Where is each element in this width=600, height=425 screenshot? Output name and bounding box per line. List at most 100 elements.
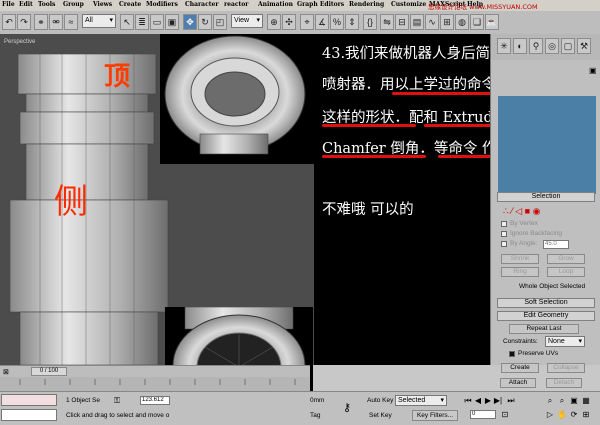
menu-customize[interactable]: Customize <box>391 1 426 8</box>
select-by-name-icon[interactable]: ≣ <box>135 14 149 30</box>
selection-filter-dropdown[interactable]: All <box>82 14 116 28</box>
menu-modifiers[interactable]: Modifiers <box>146 1 178 8</box>
named-selection-icon[interactable]: {} <box>363 14 377 30</box>
menu-animation[interactable]: Animation <box>258 1 293 8</box>
attach-button[interactable]: Attach <box>500 378 536 388</box>
menu-character[interactable]: Character <box>185 1 218 8</box>
maxscript-input-field[interactable] <box>1 409 57 421</box>
coord-x-field[interactable]: 123.612 <box>140 396 170 405</box>
time-configuration-icon[interactable]: ⊡ <box>500 410 510 420</box>
redo-icon[interactable]: ↷ <box>17 14 31 30</box>
modify-tab-icon[interactable]: ◐ <box>513 38 527 54</box>
detach-button[interactable]: Detach <box>546 378 582 388</box>
zoom-extents-icon[interactable]: ▣ <box>569 396 579 406</box>
play-icon[interactable]: ▶ <box>483 396 493 406</box>
utilities-tab-icon[interactable]: ⚒ <box>577 38 591 54</box>
set-key-button[interactable]: Set Key <box>369 412 392 419</box>
select-link-icon[interactable]: ⚭ <box>34 14 48 30</box>
time-slider-thumb[interactable]: 0 / 100 <box>31 367 67 376</box>
viewport-label[interactable]: Perspective <box>4 39 35 45</box>
menu-graph-editors[interactable]: Graph Editors <box>297 1 344 8</box>
soft-selection-rollout[interactable]: Soft Selection <box>497 298 595 308</box>
create-tab-icon[interactable]: ✳ <box>497 38 511 54</box>
loop-button[interactable]: Loop <box>547 267 585 277</box>
undo-icon[interactable]: ↶ <box>2 14 16 30</box>
select-move-icon[interactable]: ✥ <box>183 14 197 30</box>
set-key-icon[interactable]: ⚷ <box>343 401 351 414</box>
ignore-backfacing-checkbox[interactable] <box>501 231 507 237</box>
unlink-icon[interactable]: ⚮ <box>49 14 63 30</box>
edit-geometry-rollout[interactable]: Edit Geometry <box>497 311 595 321</box>
select-object-icon[interactable]: ↖ <box>120 14 134 30</box>
menu-views[interactable]: Views <box>93 1 112 8</box>
spinner-snap-icon[interactable]: ⇕ <box>345 14 359 30</box>
select-rotate-icon[interactable]: ↻ <box>198 14 212 30</box>
mirror-icon[interactable]: ⇋ <box>380 14 394 30</box>
by-angle-checkbox[interactable] <box>501 241 507 247</box>
orbit-icon[interactable]: ⟳ <box>569 410 579 420</box>
zoom-all-icon[interactable]: ⌕ <box>557 396 567 406</box>
manipulate-icon[interactable]: ✣ <box>282 14 296 30</box>
go-to-end-icon[interactable]: ⏭ <box>506 396 516 406</box>
menu-edit[interactable]: Edit <box>19 1 33 8</box>
key-mode-dropdown[interactable]: Selected <box>395 395 447 406</box>
window-crossing-icon[interactable]: ▣ <box>165 14 179 30</box>
go-to-start-icon[interactable]: ⏮ <box>463 396 473 406</box>
field-of-view-icon[interactable]: ▷ <box>545 410 555 420</box>
current-frame-field[interactable]: 0 <box>470 410 496 419</box>
constraints-dropdown[interactable]: None <box>545 336 585 347</box>
auto-key-button[interactable]: Auto Key <box>367 397 393 404</box>
grow-button[interactable]: Grow <box>547 254 585 264</box>
align-icon[interactable]: ⊟ <box>395 14 409 30</box>
lock-selection-icon[interactable]: ⚿ <box>114 396 120 406</box>
rect-selection-icon[interactable]: ▭ <box>150 14 164 30</box>
menu-rendering[interactable]: Rendering <box>349 1 384 8</box>
selection-rollout[interactable]: Selection <box>497 192 595 202</box>
bind-spacewarp-icon[interactable]: ≈ <box>64 14 78 30</box>
maxscript-listener-field[interactable] <box>1 394 57 406</box>
pan-icon[interactable]: ✋ <box>557 410 567 420</box>
repeat-last-button[interactable]: Repeat Last <box>509 324 579 334</box>
menu-group[interactable]: Group <box>63 1 84 8</box>
render-scene-icon[interactable]: ❑ <box>470 14 484 30</box>
angle-snap-icon[interactable]: ∡ <box>315 14 329 30</box>
snap-toggle-icon[interactable]: ⌖ <box>300 14 314 30</box>
collapse-button[interactable]: Collapse <box>547 363 585 373</box>
schematic-view-icon[interactable]: ⊞ <box>440 14 454 30</box>
menu-tools[interactable]: Tools <box>38 1 55 8</box>
subobject-icons[interactable]: ∴ ⁄ ◁ ■ ◉ <box>503 206 540 217</box>
modifier-stack[interactable] <box>498 96 596 194</box>
by-angle-input[interactable]: 45.0 <box>543 240 569 249</box>
curve-editor-icon[interactable]: ∿ <box>425 14 439 30</box>
zoom-icon[interactable]: ⌕ <box>545 396 555 406</box>
track-bar[interactable] <box>0 377 310 391</box>
next-frame-icon[interactable]: ▶| <box>493 396 503 406</box>
select-scale-icon[interactable]: ◰ <box>213 14 227 30</box>
reference-coord-dropdown[interactable]: View <box>231 14 263 28</box>
maximize-viewport-icon[interactable]: ⊞ <box>581 410 591 420</box>
display-tab-icon[interactable]: ▢ <box>561 38 575 54</box>
material-editor-icon[interactable]: ◍ <box>455 14 469 30</box>
layer-manager-icon[interactable]: ▤ <box>410 14 424 30</box>
previous-frame-icon[interactable]: ◀ <box>473 396 483 406</box>
motion-tab-icon[interactable]: ◎ <box>545 38 559 54</box>
by-vertex-checkbox[interactable] <box>501 221 507 227</box>
menu-reactor[interactable]: reactor <box>224 1 248 8</box>
time-config-icon[interactable]: ⊠ <box>3 368 9 376</box>
pivot-center-icon[interactable]: ⊕ <box>267 14 281 30</box>
ring-button[interactable]: Ring <box>501 267 539 277</box>
key-filters-button[interactable]: Key Filters... <box>412 410 458 421</box>
ignore-backfacing-label: Ignore Backfacing <box>510 230 563 237</box>
preserve-uvs-checkbox[interactable] <box>509 351 515 357</box>
pin-stack-icon[interactable]: ▣ <box>589 66 597 75</box>
menu-create[interactable]: Create <box>119 1 141 8</box>
constraints-label: Constraints: <box>503 338 538 345</box>
menu-file[interactable]: File <box>2 1 15 8</box>
hierarchy-tab-icon[interactable]: ⚲ <box>529 38 543 54</box>
quick-render-icon[interactable]: ☕ <box>485 14 499 30</box>
percent-snap-icon[interactable]: % <box>330 14 344 30</box>
shrink-button[interactable]: Shrink <box>501 254 539 264</box>
zoom-extents-all-icon[interactable]: ▦ <box>581 396 591 406</box>
add-time-tag[interactable]: Tag <box>310 412 320 419</box>
create-button[interactable]: Create <box>501 363 539 373</box>
